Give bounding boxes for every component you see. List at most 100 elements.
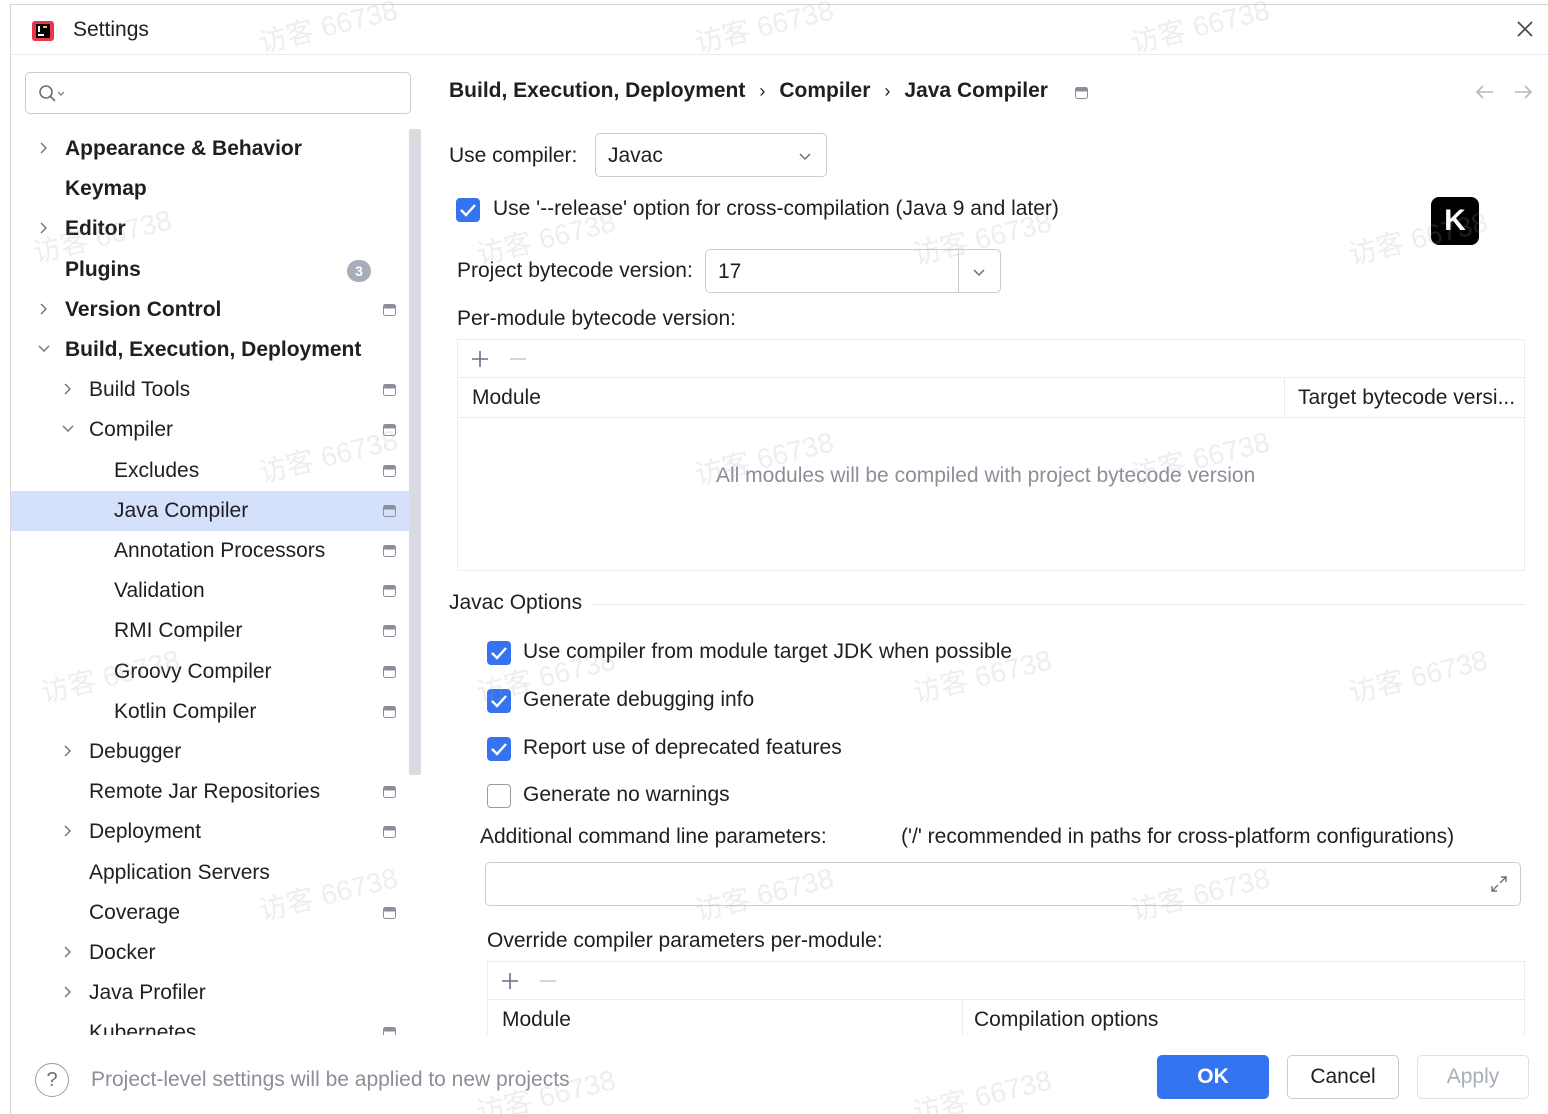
sidebar-item[interactable]: RMI Compiler bbox=[11, 611, 421, 651]
expand-icon[interactable] bbox=[1488, 873, 1510, 895]
section-divider bbox=[591, 604, 1525, 605]
project-level-icon bbox=[383, 706, 396, 718]
table-empty-text: All modules will be compiled with projec… bbox=[716, 464, 1256, 487]
sidebar-item[interactable]: Validation bbox=[11, 571, 421, 611]
chevron-right-icon[interactable] bbox=[61, 744, 75, 758]
chevron-down-icon bbox=[799, 153, 811, 161]
chevron-down-icon[interactable] bbox=[37, 342, 51, 356]
close-icon[interactable] bbox=[1511, 15, 1539, 43]
table-header: Module Target bytecode versi... bbox=[458, 378, 1524, 418]
sidebar-item-label: Remote Jar Repositories bbox=[89, 780, 321, 803]
chevron-right-icon[interactable] bbox=[61, 985, 75, 999]
javac-options-title: Javac Options bbox=[449, 591, 583, 614]
k-logo: K bbox=[1431, 197, 1479, 245]
no-warnings-checkbox[interactable] bbox=[487, 784, 511, 808]
release-option-label: Use '--release' option for cross-compila… bbox=[493, 197, 1059, 220]
sidebar-item[interactable]: Java Profiler bbox=[11, 973, 421, 1013]
sidebar-item[interactable]: Editor bbox=[11, 209, 421, 249]
search-icon bbox=[39, 85, 65, 102]
settings-dialog: Settings Appearance & Behavior Keymap Edit… bbox=[10, 0, 1548, 1114]
sidebar-item[interactable]: Appearance & Behavior bbox=[11, 129, 421, 169]
module-jdk-checkbox[interactable] bbox=[487, 641, 511, 665]
footer-hint: Project-level settings will be applied t… bbox=[91, 1068, 570, 1091]
sidebar-item[interactable]: Debugger bbox=[11, 732, 421, 772]
chevron-right-icon[interactable] bbox=[61, 824, 75, 838]
sidebar-item-label: Annotation Processors bbox=[114, 539, 326, 562]
project-level-icon bbox=[383, 826, 396, 838]
per-module-label: Per-module bytecode version: bbox=[457, 307, 736, 330]
column-header-module[interactable]: Module bbox=[472, 386, 541, 410]
release-option-checkbox[interactable] bbox=[456, 198, 480, 222]
sidebar-item[interactable]: Remote Jar Repositories bbox=[11, 772, 421, 812]
sidebar-item[interactable]: Kotlin Compiler bbox=[11, 692, 421, 732]
remove-icon[interactable] bbox=[538, 971, 558, 991]
breadcrumb-item: Compiler bbox=[779, 79, 871, 102]
cancel-button[interactable]: Cancel bbox=[1287, 1055, 1399, 1099]
remove-icon[interactable] bbox=[508, 349, 528, 369]
project-level-icon bbox=[383, 666, 396, 678]
deprecated-checkbox[interactable] bbox=[487, 737, 511, 761]
add-icon[interactable] bbox=[470, 349, 490, 369]
sidebar-item[interactable]: Build, Execution, Deployment bbox=[11, 330, 421, 370]
sidebar-item[interactable]: Java Compiler bbox=[11, 491, 421, 531]
forward-arrow-icon[interactable] bbox=[1511, 81, 1535, 103]
sidebar-item-label: Build Tools bbox=[89, 378, 191, 401]
chevron-right-icon[interactable] bbox=[37, 141, 51, 155]
additional-params-input[interactable] bbox=[485, 862, 1521, 906]
column-header-module[interactable]: Module bbox=[502, 1008, 571, 1032]
chevron-down-icon[interactable] bbox=[972, 266, 986, 278]
project-level-icon bbox=[383, 465, 396, 477]
checkmark-icon bbox=[460, 204, 476, 217]
column-header-target-bytecode[interactable]: Target bytecode versi... bbox=[1298, 386, 1515, 410]
tree-scrollbar[interactable] bbox=[409, 129, 421, 775]
sidebar-item[interactable]: Compiler bbox=[11, 410, 421, 450]
bytecode-version-combo[interactable]: 17 bbox=[705, 249, 1001, 293]
sidebar-item-label: Editor bbox=[65, 217, 126, 240]
chevron-right-icon[interactable] bbox=[37, 302, 51, 316]
no-warnings-label: Generate no warnings bbox=[523, 783, 730, 806]
sidebar-item-label: Coverage bbox=[89, 901, 181, 924]
breadcrumb-separator: › bbox=[759, 81, 766, 101]
use-compiler-dropdown[interactable]: Javac bbox=[595, 133, 827, 177]
bytecode-version-value: 17 bbox=[718, 260, 742, 283]
project-level-icon bbox=[383, 384, 396, 396]
checkmark-icon bbox=[491, 647, 507, 660]
chevron-down-icon[interactable] bbox=[61, 422, 75, 436]
settings-tree: Appearance & Behavior Keymap Editor Plugins… bbox=[11, 129, 423, 1039]
sidebar-item-label: Appearance & Behavior bbox=[65, 137, 302, 160]
apply-button[interactable]: Apply bbox=[1417, 1055, 1529, 1099]
help-icon[interactable]: ? bbox=[35, 1063, 69, 1097]
sidebar-item[interactable]: Deployment bbox=[11, 812, 421, 852]
sidebar-item[interactable]: Plugins 3 bbox=[11, 250, 421, 290]
sidebar-item[interactable]: Excludes bbox=[11, 451, 421, 491]
sidebar-item[interactable]: Version Control bbox=[11, 290, 421, 330]
sidebar-item-label: Validation bbox=[114, 579, 205, 602]
sidebar-item[interactable]: Application Servers bbox=[11, 853, 421, 893]
ok-button[interactable]: OK bbox=[1157, 1055, 1269, 1099]
update-count-badge: 3 bbox=[347, 260, 371, 282]
sidebar-item[interactable]: Docker bbox=[11, 933, 421, 973]
override-table: Module Compilation options bbox=[487, 961, 1525, 1035]
settings-search-input[interactable] bbox=[25, 72, 411, 114]
sidebar-item-label: Keymap bbox=[65, 177, 147, 200]
sidebar-item-label: Debugger bbox=[89, 740, 182, 763]
add-icon[interactable] bbox=[500, 971, 520, 991]
debugging-info-checkbox[interactable] bbox=[487, 689, 511, 713]
checkmark-icon bbox=[491, 743, 507, 756]
sidebar-item-label: Plugins bbox=[65, 258, 141, 281]
chevron-right-icon[interactable] bbox=[61, 382, 75, 396]
sidebar-item[interactable]: Keymap bbox=[11, 169, 421, 209]
breadcrumb-item: Java Compiler bbox=[904, 79, 1048, 102]
chevron-right-icon[interactable] bbox=[61, 945, 75, 959]
use-compiler-label: Use compiler: bbox=[449, 144, 578, 167]
back-arrow-icon[interactable] bbox=[1473, 81, 1497, 103]
sidebar-item[interactable]: Build Tools bbox=[11, 370, 421, 410]
sidebar-item-label: Java Compiler bbox=[114, 499, 249, 522]
chevron-right-icon[interactable] bbox=[37, 221, 51, 235]
title-bar: Settings bbox=[11, 5, 1548, 55]
column-header-compilation-options[interactable]: Compilation options bbox=[974, 1008, 1158, 1032]
per-module-table: Module Target bytecode versi... All modu… bbox=[457, 339, 1525, 571]
sidebar-item[interactable]: Groovy Compiler bbox=[11, 652, 421, 692]
sidebar-item[interactable]: Annotation Processors bbox=[11, 531, 421, 571]
sidebar-item[interactable]: Coverage bbox=[11, 893, 421, 933]
